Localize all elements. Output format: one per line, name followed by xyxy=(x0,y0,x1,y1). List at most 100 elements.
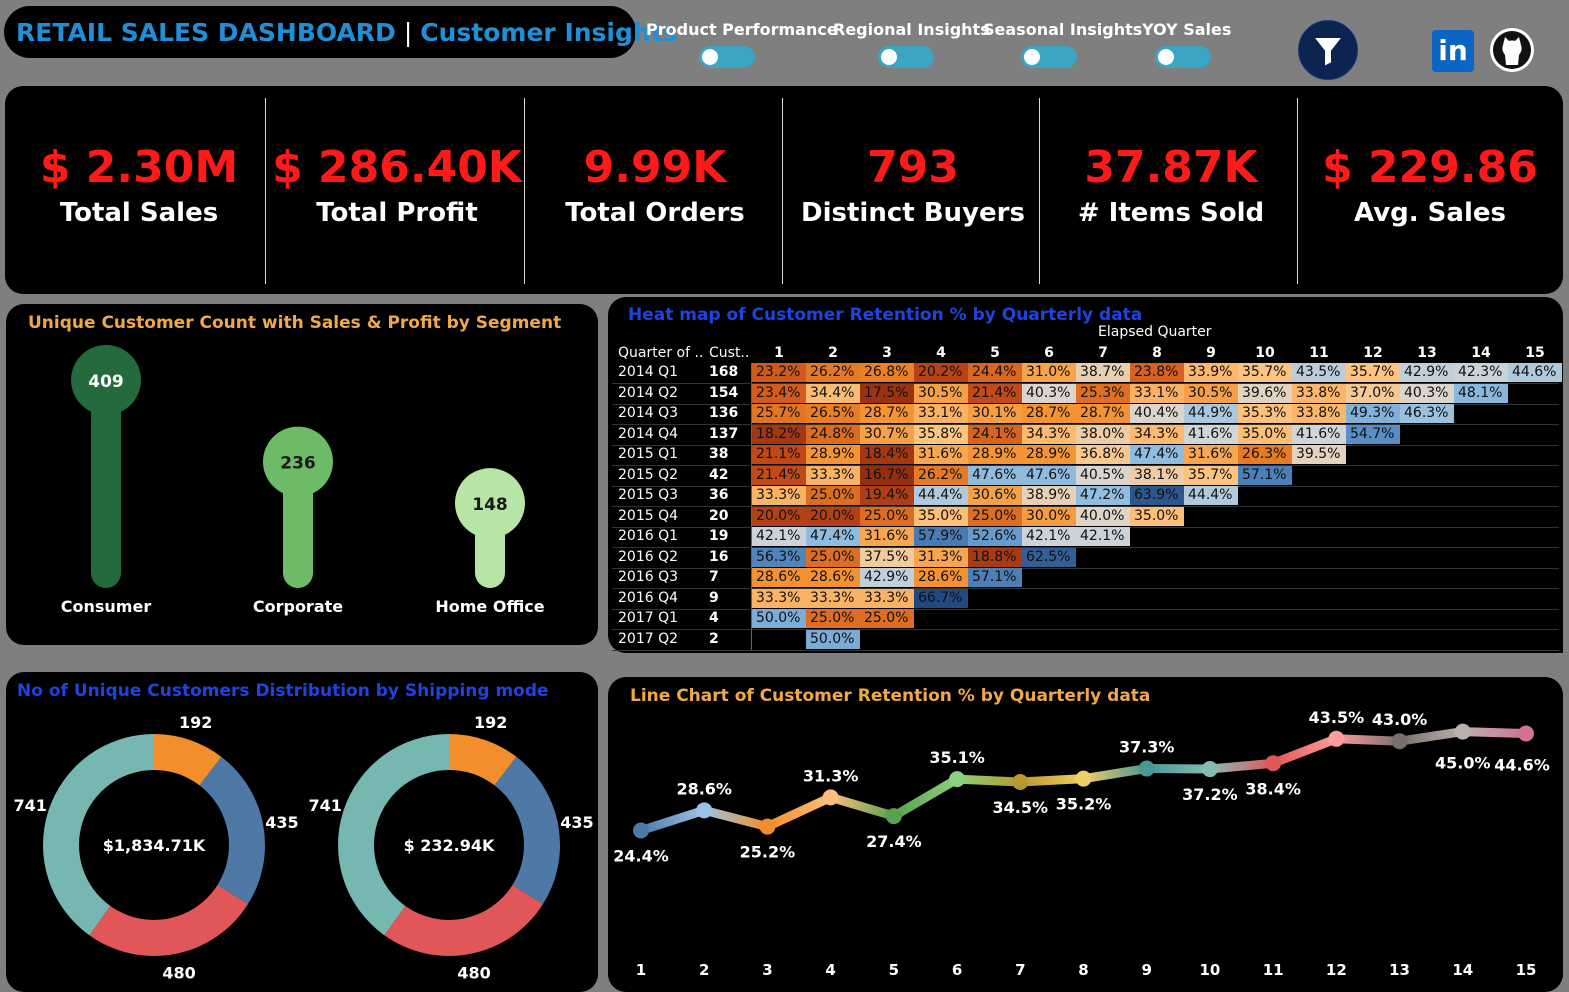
line-point[interactable] xyxy=(759,819,775,835)
heatmap-cell[interactable]: 52.6% xyxy=(968,527,1022,546)
heatmap-cell[interactable]: 35.7% xyxy=(1238,363,1292,382)
heatmap-cell[interactable]: 30.5% xyxy=(1184,384,1238,403)
heatmap-cell[interactable]: 34.3% xyxy=(1022,425,1076,444)
heatmap-cell[interactable]: 35.3% xyxy=(1238,404,1292,423)
heatmap-cell[interactable]: 34.4% xyxy=(806,384,860,403)
heatmap-cell[interactable]: 54.7% xyxy=(1346,425,1400,444)
heatmap-cell[interactable]: 28.6% xyxy=(806,568,860,587)
heatmap-cell[interactable]: 30.7% xyxy=(860,425,914,444)
heatmap-cell[interactable]: 36.8% xyxy=(1076,445,1130,464)
heatmap-cell[interactable]: 26.5% xyxy=(806,404,860,423)
heatmap-cell[interactable]: 26.8% xyxy=(860,363,914,382)
heatmap-cell[interactable]: 23.2% xyxy=(752,363,806,382)
heatmap-cell[interactable]: 31.0% xyxy=(1022,363,1076,382)
heatmap-cell[interactable]: 31.3% xyxy=(914,548,968,567)
heatmap-cell[interactable]: 16.7% xyxy=(860,466,914,485)
heatmap-cell[interactable]: 18.8% xyxy=(968,548,1022,567)
line-point[interactable] xyxy=(696,802,712,818)
heatmap-cell[interactable]: 24.1% xyxy=(968,425,1022,444)
heatmap-cell[interactable]: 25.0% xyxy=(806,609,860,628)
heatmap-cell[interactable]: 40.3% xyxy=(1022,384,1076,403)
toggle-seasonal-insights[interactable] xyxy=(1021,46,1077,68)
heatmap-cell[interactable]: 44.6% xyxy=(1508,363,1562,382)
heatmap-cell[interactable]: 47.4% xyxy=(1130,445,1184,464)
heatmap-cell[interactable]: 33.1% xyxy=(914,404,968,423)
heatmap-cell[interactable]: 38.1% xyxy=(1130,466,1184,485)
heatmap-cell[interactable]: 56.3% xyxy=(752,548,806,567)
heatmap-cell[interactable]: 24.8% xyxy=(806,425,860,444)
heatmap-cell[interactable]: 48.1% xyxy=(1454,384,1508,403)
heatmap-cell[interactable]: 35.0% xyxy=(1130,507,1184,526)
heatmap-cell[interactable]: 44.4% xyxy=(1184,486,1238,505)
heatmap-cell[interactable]: 44.4% xyxy=(914,486,968,505)
line-point[interactable] xyxy=(886,808,902,824)
line-point[interactable] xyxy=(1139,761,1155,777)
heatmap-cell[interactable]: 50.0% xyxy=(806,630,860,649)
heatmap-cell[interactable]: 39.5% xyxy=(1292,445,1346,464)
filter-button[interactable] xyxy=(1298,20,1358,80)
heatmap-cell[interactable]: 33.3% xyxy=(752,589,806,608)
heatmap-cell[interactable]: 50.0% xyxy=(752,609,806,628)
heatmap-cell[interactable]: 33.3% xyxy=(806,466,860,485)
heatmap-cell[interactable]: 40.0% xyxy=(1076,507,1130,526)
heatmap-cell[interactable]: 49.3% xyxy=(1346,404,1400,423)
heatmap-cell[interactable]: 39.6% xyxy=(1238,384,1292,403)
heatmap-cell[interactable]: 40.3% xyxy=(1400,384,1454,403)
heatmap-cell[interactable]: 25.0% xyxy=(860,609,914,628)
heatmap-cell[interactable]: 33.3% xyxy=(752,486,806,505)
toggle-regional-insights[interactable] xyxy=(878,46,934,68)
heatmap-cell[interactable]: 37.5% xyxy=(860,548,914,567)
line-point[interactable] xyxy=(949,771,965,787)
heatmap-cell[interactable]: 21.4% xyxy=(752,466,806,485)
heatmap-cell[interactable]: 40.4% xyxy=(1130,404,1184,423)
heatmap-cell[interactable]: 31.6% xyxy=(860,527,914,546)
line-point[interactable] xyxy=(1076,771,1092,787)
heatmap-cell[interactable]: 43.5% xyxy=(1292,363,1346,382)
heatmap-cell[interactable]: 35.8% xyxy=(914,425,968,444)
heatmap-cell[interactable]: 30.6% xyxy=(968,486,1022,505)
heatmap-cell[interactable]: 33.3% xyxy=(860,589,914,608)
heatmap-cell[interactable]: 25.0% xyxy=(860,507,914,526)
heatmap-cell[interactable]: 42.1% xyxy=(1022,527,1076,546)
heatmap-cell[interactable]: 23.4% xyxy=(752,384,806,403)
heatmap-cell[interactable]: 63.9% xyxy=(1130,486,1184,505)
heatmap-cell[interactable]: 20.0% xyxy=(752,507,806,526)
heatmap-cell[interactable]: 21.1% xyxy=(752,445,806,464)
heatmap-cell[interactable]: 18.2% xyxy=(752,425,806,444)
heatmap-cell[interactable]: 47.2% xyxy=(1076,486,1130,505)
donut-slice[interactable] xyxy=(89,885,248,956)
heatmap-cell[interactable]: 42.9% xyxy=(860,568,914,587)
heatmap-cell[interactable]: 35.0% xyxy=(1238,425,1292,444)
line-point[interactable] xyxy=(1328,731,1344,747)
heatmap-cell[interactable]: 26.2% xyxy=(914,466,968,485)
heatmap-cell[interactable]: 46.3% xyxy=(1400,404,1454,423)
heatmap-cell[interactable]: 28.7% xyxy=(860,404,914,423)
heatmap-cell[interactable]: 57.1% xyxy=(1238,466,1292,485)
line-point[interactable] xyxy=(823,789,839,805)
heatmap-cell[interactable]: 44.9% xyxy=(1184,404,1238,423)
heatmap-cell[interactable]: 25.0% xyxy=(806,548,860,567)
heatmap-cell[interactable]: 28.6% xyxy=(914,568,968,587)
donut-slice[interactable] xyxy=(43,734,154,935)
linkedin-icon[interactable]: in xyxy=(1432,30,1474,72)
heatmap-cell[interactable]: 33.3% xyxy=(806,589,860,608)
heatmap-cell[interactable]: 28.9% xyxy=(806,445,860,464)
heatmap-cell[interactable]: 42.1% xyxy=(752,527,806,546)
heatmap-cell[interactable]: 28.9% xyxy=(968,445,1022,464)
heatmap-cell[interactable]: 31.6% xyxy=(914,445,968,464)
line-point[interactable] xyxy=(1265,755,1281,771)
line-point[interactable] xyxy=(1518,726,1534,742)
heatmap-cell[interactable]: 33.9% xyxy=(1184,363,1238,382)
heatmap-cell[interactable]: 28.6% xyxy=(752,568,806,587)
heatmap-cell[interactable]: 28.7% xyxy=(1076,404,1130,423)
donut-slice[interactable] xyxy=(200,757,265,904)
heatmap-cell[interactable]: 20.2% xyxy=(914,363,968,382)
heatmap-cell[interactable]: 17.5% xyxy=(860,384,914,403)
line-point[interactable] xyxy=(1202,761,1218,777)
line-point[interactable] xyxy=(1455,724,1471,740)
donut-slice[interactable] xyxy=(495,757,560,904)
heatmap-cell[interactable]: 26.3% xyxy=(1238,445,1292,464)
heatmap-cell[interactable]: 28.7% xyxy=(1022,404,1076,423)
heatmap-cell[interactable]: 42.3% xyxy=(1454,363,1508,382)
heatmap-cell[interactable]: 62.5% xyxy=(1022,548,1076,567)
